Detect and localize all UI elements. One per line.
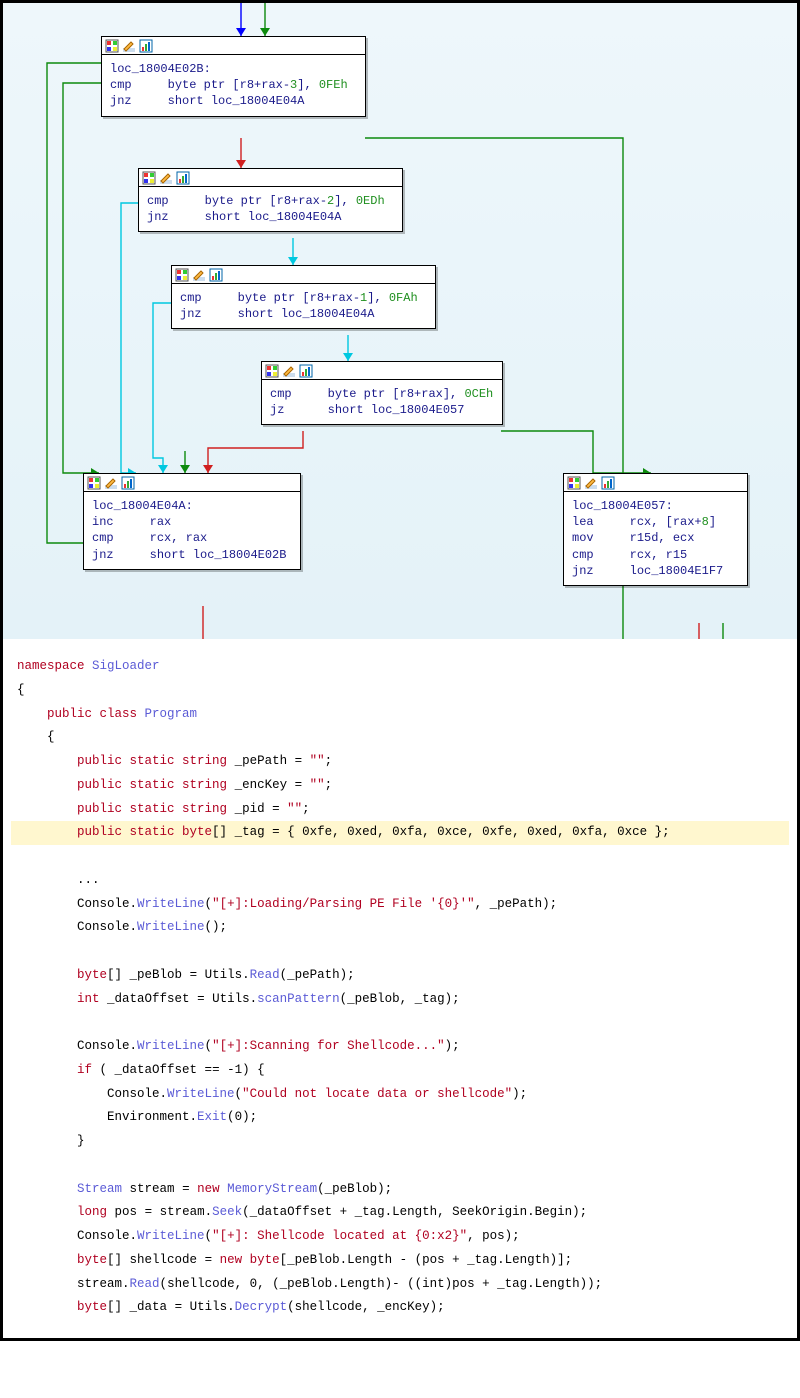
node-titlebar bbox=[262, 362, 502, 380]
asm-node-4[interactable]: cmp byte ptr [r8+rax], 0CEh jz short loc… bbox=[261, 361, 503, 425]
asm-node-3[interactable]: cmp byte ptr [r8+rax-1], 0FAh jnz short … bbox=[171, 265, 436, 329]
asm-node-loc18004E057[interactable]: loc_18004E057: lea rcx, [rax+8] mov r15d… bbox=[563, 473, 748, 586]
palette-icon bbox=[105, 39, 119, 53]
graph-icon bbox=[601, 476, 615, 490]
ida-graph-view[interactable]: loc_18004E02B: cmp byte ptr [r8+rax-3], … bbox=[3, 3, 797, 639]
graph-icon bbox=[176, 171, 190, 185]
graph-icon bbox=[121, 476, 135, 490]
edit-icon bbox=[192, 268, 206, 282]
asm-body: cmp byte ptr [r8+rax-2], 0EDh jnz short … bbox=[139, 187, 402, 231]
asm-body: loc_18004E057: lea rcx, [rax+8] mov r15d… bbox=[564, 492, 747, 585]
csharp-code-view[interactable]: namespace SigLoader { public class Progr… bbox=[3, 639, 797, 1338]
asm-body: loc_18004E04A: inc rax cmp rcx, rax jnz … bbox=[84, 492, 300, 569]
palette-icon bbox=[87, 476, 101, 490]
palette-icon bbox=[175, 268, 189, 282]
graph-icon bbox=[299, 364, 313, 378]
edit-icon bbox=[104, 476, 118, 490]
asm-body: cmp byte ptr [r8+rax-1], 0FAh jnz short … bbox=[172, 284, 435, 328]
asm-body: loc_18004E02B: cmp byte ptr [r8+rax-3], … bbox=[102, 55, 365, 116]
node-titlebar bbox=[564, 474, 747, 492]
edit-icon bbox=[282, 364, 296, 378]
edit-icon bbox=[584, 476, 598, 490]
palette-icon bbox=[567, 476, 581, 490]
asm-node-2[interactable]: cmp byte ptr [r8+rax-2], 0EDh jnz short … bbox=[138, 168, 403, 232]
asm-node-loc18004E02B[interactable]: loc_18004E02B: cmp byte ptr [r8+rax-3], … bbox=[101, 36, 366, 117]
screenshot-frame: loc_18004E02B: cmp byte ptr [r8+rax-3], … bbox=[0, 0, 800, 1341]
edit-icon bbox=[159, 171, 173, 185]
edit-icon bbox=[122, 39, 136, 53]
node-titlebar bbox=[172, 266, 435, 284]
palette-icon bbox=[265, 364, 279, 378]
asm-body: cmp byte ptr [r8+rax], 0CEh jz short loc… bbox=[262, 380, 502, 424]
graph-icon bbox=[139, 39, 153, 53]
palette-icon bbox=[142, 171, 156, 185]
graph-icon bbox=[209, 268, 223, 282]
node-titlebar bbox=[102, 37, 365, 55]
code-block: namespace SigLoader { public class Progr… bbox=[17, 655, 783, 1320]
node-titlebar bbox=[84, 474, 300, 492]
node-titlebar bbox=[139, 169, 402, 187]
asm-node-loc18004E04A[interactable]: loc_18004E04A: inc rax cmp rcx, rax jnz … bbox=[83, 473, 301, 570]
